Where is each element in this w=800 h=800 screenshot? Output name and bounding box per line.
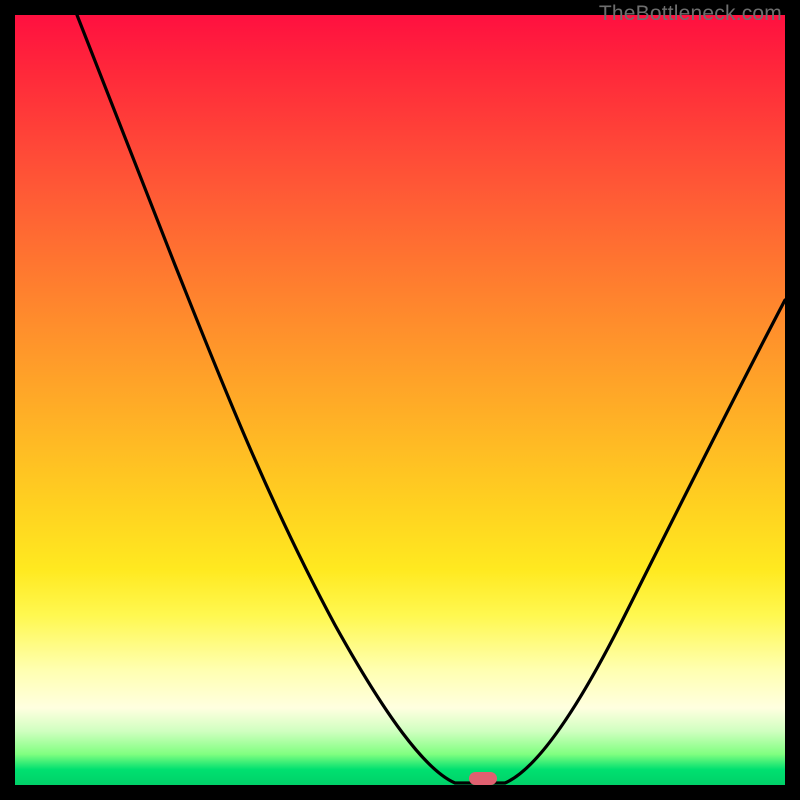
chart-frame: TheBottleneck.com [0,0,800,800]
watermark-text: TheBottleneck.com [599,2,782,26]
bottleneck-curve [15,15,785,785]
optimal-point-marker [469,772,497,785]
plot-area [15,15,785,785]
